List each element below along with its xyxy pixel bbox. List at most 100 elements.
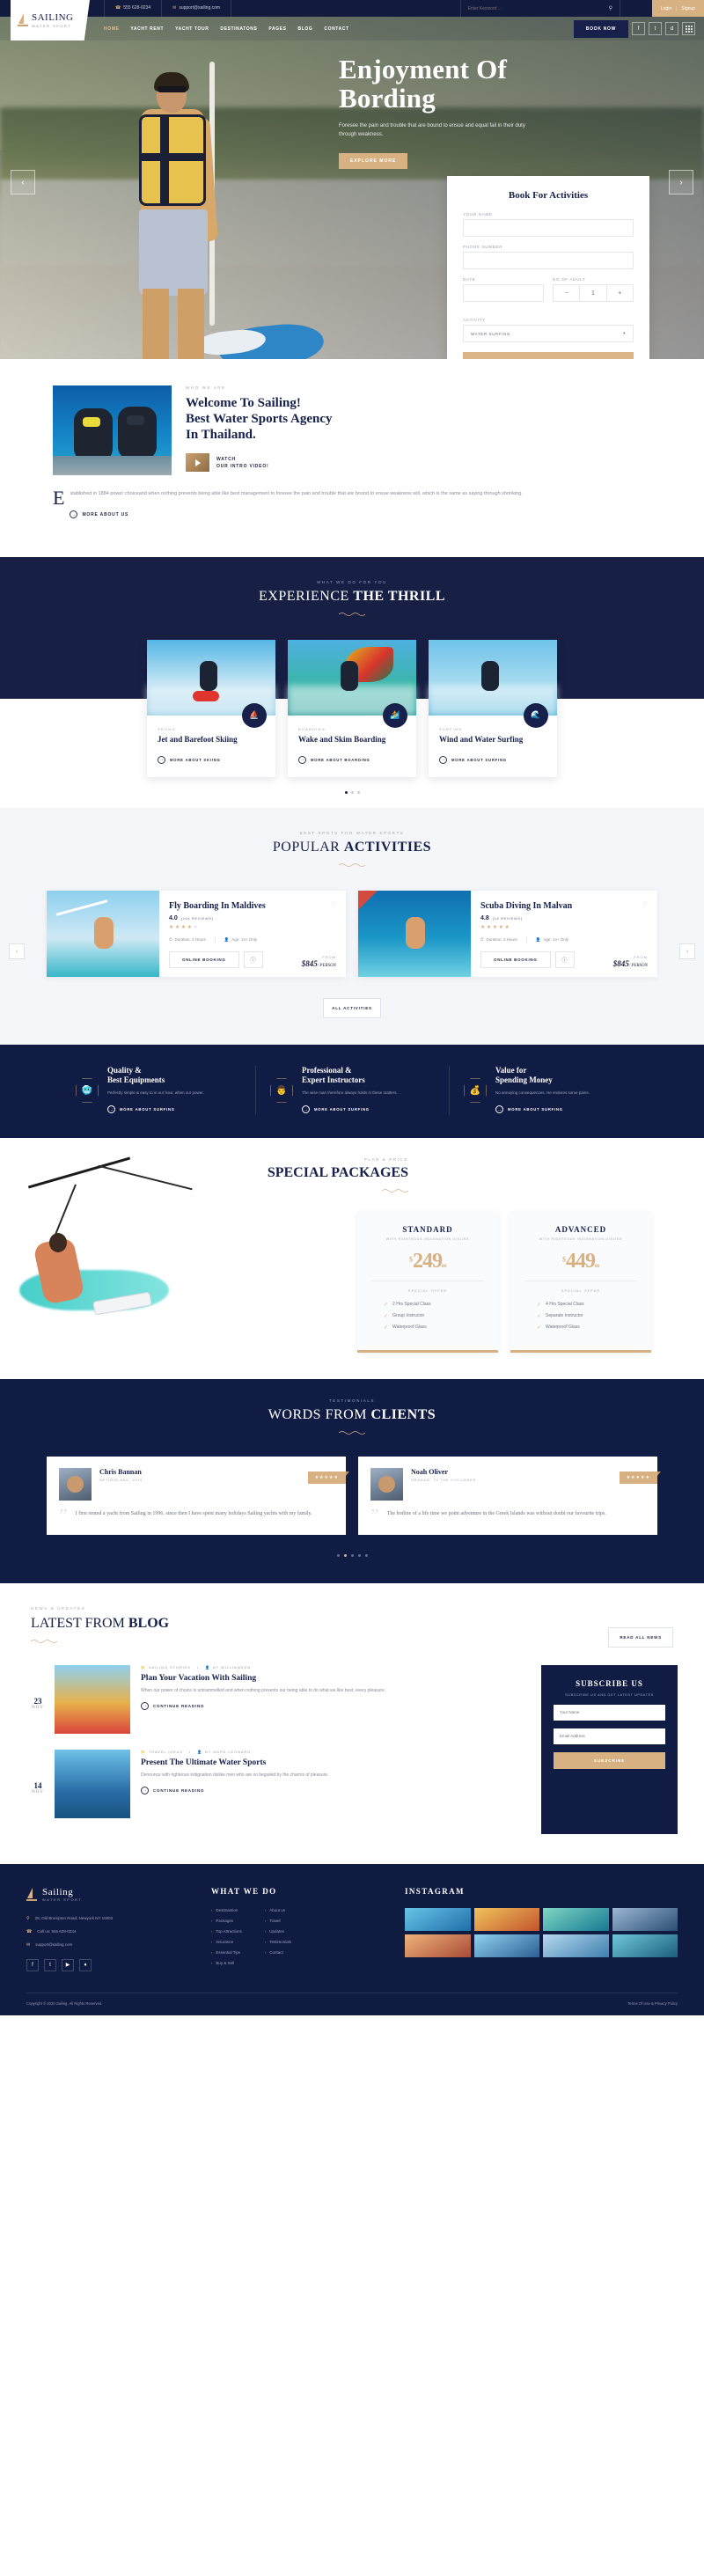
footer-link[interactable]: › About us: [265, 1908, 291, 1912]
online-booking-button[interactable]: ONLINE BOOKING: [169, 951, 239, 968]
search-icon[interactable]: ⚲: [609, 5, 612, 11]
stepper-plus[interactable]: +: [605, 285, 633, 301]
package-card[interactable]: ADVANCED WITH RIGHTEOUS INDIGNATION DISL…: [510, 1212, 651, 1353]
thrill-card[interactable]: 🌊 SURFING Wind and Water Surfing → MORE …: [429, 639, 557, 777]
nav-item-home[interactable]: HOME: [104, 26, 119, 32]
terms-link[interactable]: Terms Of Use & Privacy Policy: [627, 2001, 678, 2006]
activity-card[interactable]: Scuba Diving In Malvan ♡ 4.8 [18 REVIEWS…: [358, 891, 657, 977]
intro-video-link[interactable]: WATCH OUR INTRO VIDEO!: [186, 453, 678, 472]
carousel-dot[interactable]: [344, 791, 348, 794]
more-about-us-link[interactable]: → MORE ABOUT US: [70, 510, 128, 518]
footer-link[interactable]: › Packages: [211, 1919, 242, 1923]
instagram-thumb[interactable]: [543, 1934, 609, 1957]
thrill-card-link[interactable]: → MORE ABOUT BOARDING: [298, 755, 370, 764]
twitter-icon[interactable]: t: [44, 1958, 56, 1971]
feature-link[interactable]: → MORE ABOUT SURFING: [302, 1105, 370, 1113]
carousel-dot[interactable]: [343, 1553, 347, 1557]
book-now-button[interactable]: BOOK NOW: [573, 19, 628, 38]
instagram-thumb[interactable]: [473, 1907, 539, 1931]
phone-input[interactable]: [463, 252, 634, 269]
hero-next-arrow[interactable]: ›: [669, 170, 693, 194]
footer-link[interactable]: › Insurance: [211, 1940, 242, 1944]
instagram-thumb[interactable]: [473, 1934, 539, 1957]
footer-link[interactable]: › Travel: [265, 1919, 291, 1923]
info-icon-button[interactable]: ⓘ: [554, 951, 575, 968]
instagram-thumb[interactable]: [405, 1934, 471, 1957]
footer-phone[interactable]: Call us: 555 628-0234: [37, 1928, 76, 1935]
subscribe-name-input[interactable]: [554, 1704, 665, 1721]
rss-icon[interactable]: ♦: [79, 1958, 92, 1971]
nav-item-yacht-rent[interactable]: YACHT RENT: [130, 26, 164, 32]
nav-item-destinations[interactable]: DESTINATONS: [220, 26, 257, 32]
package-card[interactable]: STANDARD WITH RIGHTEOUS INDIGNATION DISL…: [357, 1212, 498, 1353]
feature-link[interactable]: → MORE ABOUT SURFING: [107, 1105, 175, 1113]
instagram-thumb[interactable]: [612, 1907, 678, 1931]
nav-item-pages[interactable]: PAGES: [268, 26, 286, 32]
instagram-thumb[interactable]: [612, 1934, 678, 1957]
blog-post[interactable]: 14 NOV 📁 TRAVEL IDEAS • 👤 BY MARK LEONARD …: [26, 1749, 525, 1818]
login-link[interactable]: Login: [661, 6, 671, 11]
footer-link[interactable]: › Updates: [265, 1929, 291, 1934]
carousel-dot[interactable]: [350, 1553, 354, 1557]
site-logo[interactable]: SAILING WATER SPORT: [11, 0, 90, 40]
thrill-card-link[interactable]: → MORE ABOUT SURFING: [439, 755, 507, 764]
carousel-dot[interactable]: [350, 791, 354, 794]
grid-menu-icon[interactable]: [682, 22, 695, 35]
thrill-card[interactable]: 🏄 BOARDING Wake and Skim Boarding → MORE…: [288, 639, 416, 777]
topbar-search[interactable]: ⚲: [459, 0, 620, 17]
subscribe-button[interactable]: SUBSCRIBE: [554, 1751, 665, 1769]
signup-link[interactable]: Signup: [681, 6, 695, 11]
continue-reading-link[interactable]: → CONTINUE READING: [141, 1701, 204, 1710]
activities-prev-arrow[interactable]: ‹: [9, 943, 25, 959]
activity-select[interactable]: WATER SURFING ▾: [463, 325, 634, 342]
explore-more-button[interactable]: EXPLORE MORE: [339, 153, 408, 169]
nav-item-contact[interactable]: CONTACT: [324, 26, 348, 32]
instagram-thumb[interactable]: [543, 1907, 609, 1931]
name-input[interactable]: [463, 219, 634, 237]
post-title[interactable]: Present The Ultimate Water Sports: [141, 1758, 525, 1767]
continue-reading-link[interactable]: → CONTINUE READING: [141, 1786, 204, 1794]
footer-link[interactable]: › Buy & Sell: [211, 1961, 242, 1965]
info-icon-button[interactable]: ⓘ: [243, 951, 263, 968]
topbar-email[interactable]: ✉ support@sailing.com: [162, 0, 232, 17]
facebook-icon[interactable]: f: [26, 1958, 39, 1971]
all-activities-button[interactable]: ALL ACTIVITIES: [323, 998, 381, 1018]
hero-prev-arrow[interactable]: ‹: [11, 170, 35, 194]
footer-logo[interactable]: Sailing WATER SPORT: [26, 1887, 194, 1903]
adults-stepper[interactable]: − 1 +: [553, 284, 634, 302]
thrill-carousel-dots[interactable]: [0, 777, 704, 808]
thrill-card[interactable]: ⛵ SKIING Jet and Barefoot Skiing → MORE …: [147, 639, 275, 777]
carousel-dot[interactable]: [357, 1553, 361, 1557]
blog-post[interactable]: 23 NOV 📁 SAILING STORIES • 👤 BY WILLIAMSON…: [26, 1664, 525, 1734]
facebook-icon[interactable]: f: [632, 22, 645, 35]
favorite-heart-icon[interactable]: ♡: [331, 901, 336, 908]
activities-next-arrow[interactable]: ›: [679, 943, 695, 959]
favorite-heart-icon[interactable]: ♡: [642, 901, 648, 908]
footer-link[interactable]: › Top Attractions: [211, 1929, 242, 1934]
footer-link[interactable]: › Testimonials: [265, 1940, 291, 1944]
carousel-dot[interactable]: [356, 791, 360, 794]
activity-card[interactable]: Fly Boarding In Maldives ♡ 4.0 [266 REVI…: [47, 891, 346, 977]
stepper-minus[interactable]: −: [554, 285, 579, 301]
footer-email[interactable]: support@sailing.com: [35, 1941, 72, 1949]
footer-link[interactable]: › Essential Tips: [211, 1950, 242, 1955]
instagram-thumb[interactable]: [405, 1907, 471, 1931]
testimonial-carousel-dots[interactable]: [0, 1553, 704, 1557]
footer-link[interactable]: › Contact: [265, 1950, 291, 1955]
search-input[interactable]: [467, 5, 574, 11]
online-booking-button[interactable]: ONLINE BOOKING: [480, 951, 551, 968]
twitter-icon[interactable]: t: [649, 22, 662, 35]
read-all-news-button[interactable]: READ ALL NEWS: [608, 1626, 673, 1648]
nav-item-blog[interactable]: BLOG: [298, 26, 313, 32]
carousel-dot[interactable]: [336, 1553, 340, 1557]
start-booking-button[interactable]: START BOOKING: [463, 352, 634, 359]
nav-item-yacht-tour[interactable]: YACHT TOUR: [175, 26, 209, 32]
date-input[interactable]: [463, 284, 544, 302]
feature-link[interactable]: → MORE ABOUT SURFING: [495, 1105, 563, 1113]
footer-link[interactable]: › Destinantion: [211, 1908, 242, 1912]
carousel-dot[interactable]: [364, 1553, 368, 1557]
post-title[interactable]: Plan Your Vacation With Sailing: [141, 1674, 525, 1683]
dribbble-icon[interactable]: d: [665, 22, 678, 35]
thrill-card-link[interactable]: → MORE ABOUT SKIING: [158, 755, 221, 764]
video-thumbnail[interactable]: [186, 453, 209, 472]
